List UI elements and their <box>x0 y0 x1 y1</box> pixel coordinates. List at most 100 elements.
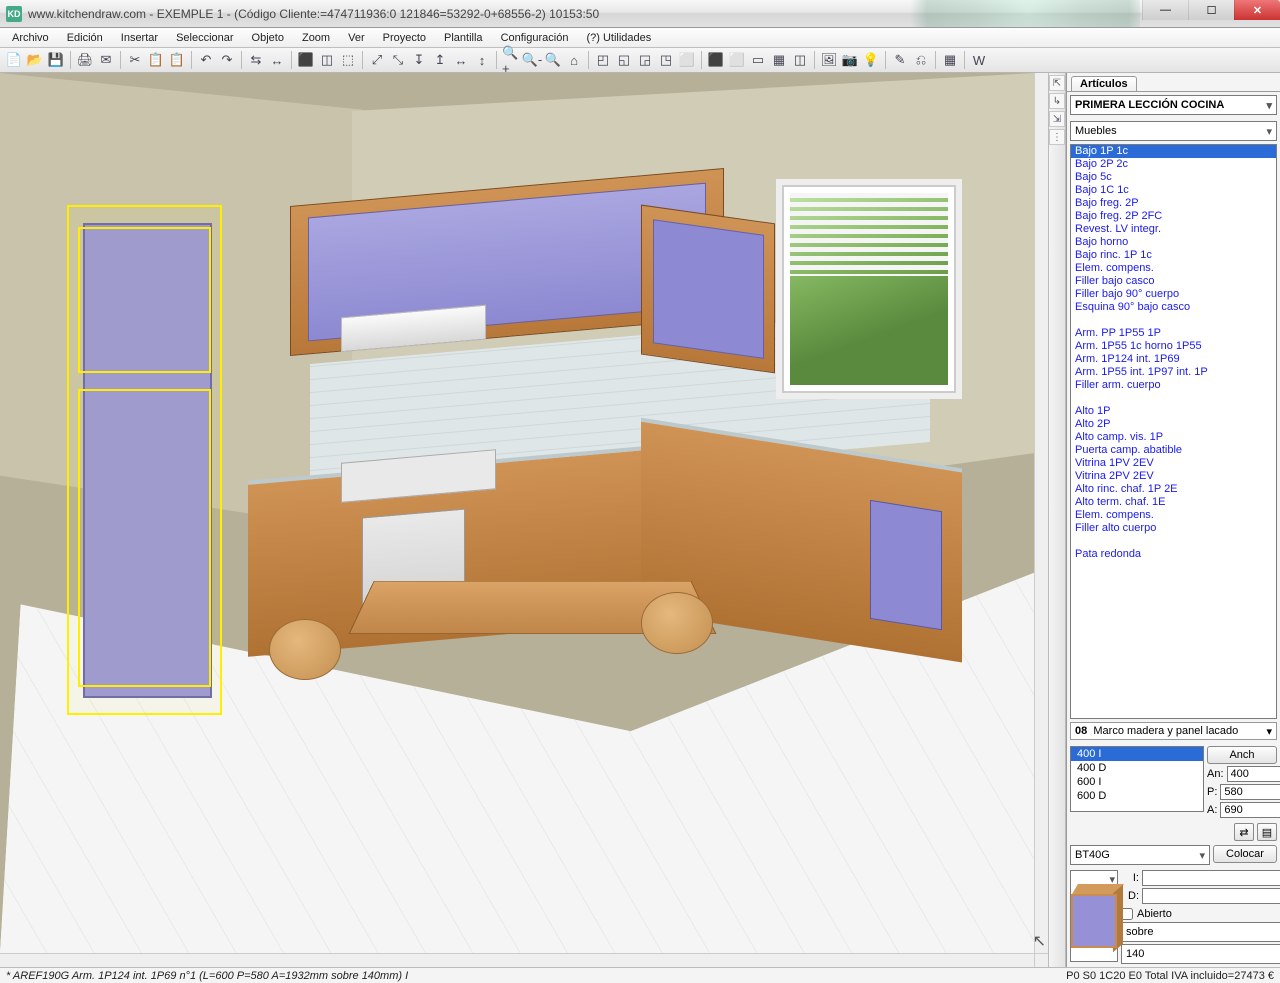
toolbar-button[interactable]: ↷ <box>217 50 237 70</box>
toolbar-button[interactable]: 🔍+ <box>501 50 521 70</box>
article-item[interactable]: Bajo horno <box>1071 236 1276 249</box>
minimize-button[interactable]: — <box>1142 0 1188 20</box>
toolbar-button[interactable]: ◫ <box>790 50 810 70</box>
close-button[interactable]: ✕ <box>1234 0 1280 20</box>
article-item[interactable]: Alto 1P <box>1071 405 1276 418</box>
toolbar-button[interactable]: ⤡ <box>388 50 408 70</box>
menu-objeto[interactable]: Objeto <box>244 30 292 46</box>
article-item[interactable] <box>1071 314 1276 327</box>
category-dropdown[interactable]: Muebles ▾ <box>1070 121 1277 141</box>
swap-button[interactable]: ⇄ <box>1234 823 1254 841</box>
toolbar-button[interactable]: ▦ <box>940 50 960 70</box>
toolbar-button[interactable]: 📂 <box>25 50 45 70</box>
article-list[interactable]: Bajo 1P 1cBajo 2P 2cBajo 5cBajo 1C 1cBaj… <box>1070 144 1277 719</box>
toolbar-button[interactable]: 📄 <box>4 50 24 70</box>
toolbar-button[interactable]: ↔ <box>267 50 287 70</box>
article-item[interactable]: Bajo freg. 2P <box>1071 197 1276 210</box>
menu-proyecto[interactable]: Proyecto <box>375 30 434 46</box>
pose-dropdown[interactable]: sobre ▾ <box>1121 922 1280 942</box>
article-item[interactable]: Alto 2P <box>1071 418 1276 431</box>
toolbar-button[interactable]: 📋 <box>146 50 166 70</box>
article-item[interactable]: Arm. PP 1P55 1P <box>1071 327 1276 340</box>
article-item[interactable]: Pata redonda <box>1071 548 1276 561</box>
toolbar-button[interactable]: ↧ <box>409 50 429 70</box>
article-item[interactable]: Elem. compens. <box>1071 262 1276 275</box>
vtoolbar-button[interactable]: ⋮ <box>1049 129 1065 145</box>
toolbar-button[interactable]: 🔍 <box>543 50 563 70</box>
toolbar-button[interactable]: ↕ <box>472 50 492 70</box>
toolbar-button[interactable]: 📋 <box>167 50 187 70</box>
toolbar-button[interactable]: 🖼 <box>819 50 839 70</box>
toolbar-button[interactable]: 🔍- <box>522 50 542 70</box>
article-item[interactable]: Arm. 1P124 int. 1P69 <box>1071 353 1276 366</box>
toolbar-button[interactable]: ↥ <box>430 50 450 70</box>
article-item[interactable]: Bajo 1C 1c <box>1071 184 1276 197</box>
toolbar-button[interactable]: ⤢ <box>367 50 387 70</box>
article-item[interactable]: Arm. 1P55 1c horno 1P55 <box>1071 340 1276 353</box>
article-item[interactable]: Filler alto cuerpo <box>1071 522 1276 535</box>
viewport-scrollbar-horizontal[interactable] <box>0 953 1034 967</box>
width-button[interactable]: Anch <box>1207 746 1277 764</box>
size-option[interactable]: 400 D <box>1071 761 1203 775</box>
size-option[interactable]: 600 D <box>1071 789 1203 803</box>
size-option[interactable]: 600 I <box>1071 775 1203 789</box>
toolbar-button[interactable]: ▦ <box>769 50 789 70</box>
place-button[interactable]: Colocar <box>1213 845 1277 863</box>
input-depth[interactable] <box>1220 784 1280 800</box>
article-item[interactable]: Filler arm. cuerpo <box>1071 379 1276 392</box>
input-height[interactable] <box>1220 802 1280 818</box>
toolbar-button[interactable]: ◱ <box>614 50 634 70</box>
menu-zoom[interactable]: Zoom <box>294 30 338 46</box>
menu-seleccionar[interactable]: Seleccionar <box>168 30 241 46</box>
toolbar-button[interactable]: ⬛ <box>706 50 726 70</box>
toolbar-button[interactable]: ◫ <box>317 50 337 70</box>
toolbar-button[interactable]: 🖨 <box>75 50 95 70</box>
article-item[interactable]: Alto camp. vis. 1P <box>1071 431 1276 444</box>
toolbar-button[interactable]: ⬜ <box>727 50 747 70</box>
article-item[interactable]: Revest. LV integr. <box>1071 223 1276 236</box>
model-row[interactable]: 08 Marco madera y panel lacado ▾ <box>1070 722 1277 740</box>
menu-ver[interactable]: Ver <box>340 30 373 46</box>
input-d[interactable] <box>1142 888 1280 904</box>
toolbar-button[interactable]: W <box>969 50 989 70</box>
toolbar-button[interactable]: ↔ <box>451 50 471 70</box>
article-item[interactable]: Alto rinc. chaf. 1P 2E <box>1071 483 1276 496</box>
article-item[interactable]: Vitrina 1PV 2EV <box>1071 457 1276 470</box>
article-item[interactable]: Bajo rinc. 1P 1c <box>1071 249 1276 262</box>
catalog-dropdown[interactable]: PRIMERA LECCIÓN COCINA ▾ <box>1070 95 1277 115</box>
toolbar-button[interactable]: ◳ <box>656 50 676 70</box>
menu--utilidades[interactable]: (?) Utilidades <box>578 30 659 46</box>
toolbar-button[interactable]: ⇆ <box>246 50 266 70</box>
toolbar-button[interactable]: ✉ <box>96 50 116 70</box>
size-option[interactable]: 400 I <box>1071 747 1203 761</box>
selected-object-wireframe[interactable] <box>67 205 222 715</box>
input-i[interactable] <box>1142 870 1280 886</box>
toolbar-button[interactable]: ✎ <box>890 50 910 70</box>
toolbar-button[interactable]: ↶ <box>196 50 216 70</box>
tab-articulos[interactable]: Artículos <box>1071 76 1137 91</box>
vtoolbar-button[interactable]: ⇱ <box>1049 75 1065 91</box>
toolbar-button[interactable]: 💡 <box>861 50 881 70</box>
article-item[interactable]: Elem. compens. <box>1071 509 1276 522</box>
menu-insertar[interactable]: Insertar <box>113 30 166 46</box>
article-item[interactable]: Esquina 90° bajo casco <box>1071 301 1276 314</box>
toolbar-button[interactable]: ⬜ <box>677 50 697 70</box>
vtoolbar-button[interactable]: ⇲ <box>1049 111 1065 127</box>
menu-archivo[interactable]: Archivo <box>4 30 57 46</box>
article-item[interactable]: Puerta camp. abatible <box>1071 444 1276 457</box>
article-thumbnail[interactable]: ▾ <box>1070 870 1118 962</box>
toolbar-button[interactable]: ⬛ <box>296 50 316 70</box>
details-button[interactable]: ▤ <box>1257 823 1277 841</box>
size-list[interactable]: 400 I400 D600 I600 D <box>1070 746 1204 812</box>
menu-plantilla[interactable]: Plantilla <box>436 30 491 46</box>
pose-height-dropdown[interactable]: 140 ▾ <box>1121 944 1280 964</box>
maximize-button[interactable]: ☐ <box>1188 0 1234 20</box>
toolbar-button[interactable]: 💾 <box>46 50 66 70</box>
article-item[interactable] <box>1071 535 1276 548</box>
article-item[interactable]: Bajo 2P 2c <box>1071 158 1276 171</box>
vtoolbar-button[interactable]: ↳ <box>1049 93 1065 109</box>
article-item[interactable]: Arm. 1P55 int. 1P97 int. 1P <box>1071 366 1276 379</box>
toolbar-button[interactable]: ⌂ <box>564 50 584 70</box>
toolbar-button[interactable]: 📷 <box>840 50 860 70</box>
article-item[interactable]: Filler bajo casco <box>1071 275 1276 288</box>
